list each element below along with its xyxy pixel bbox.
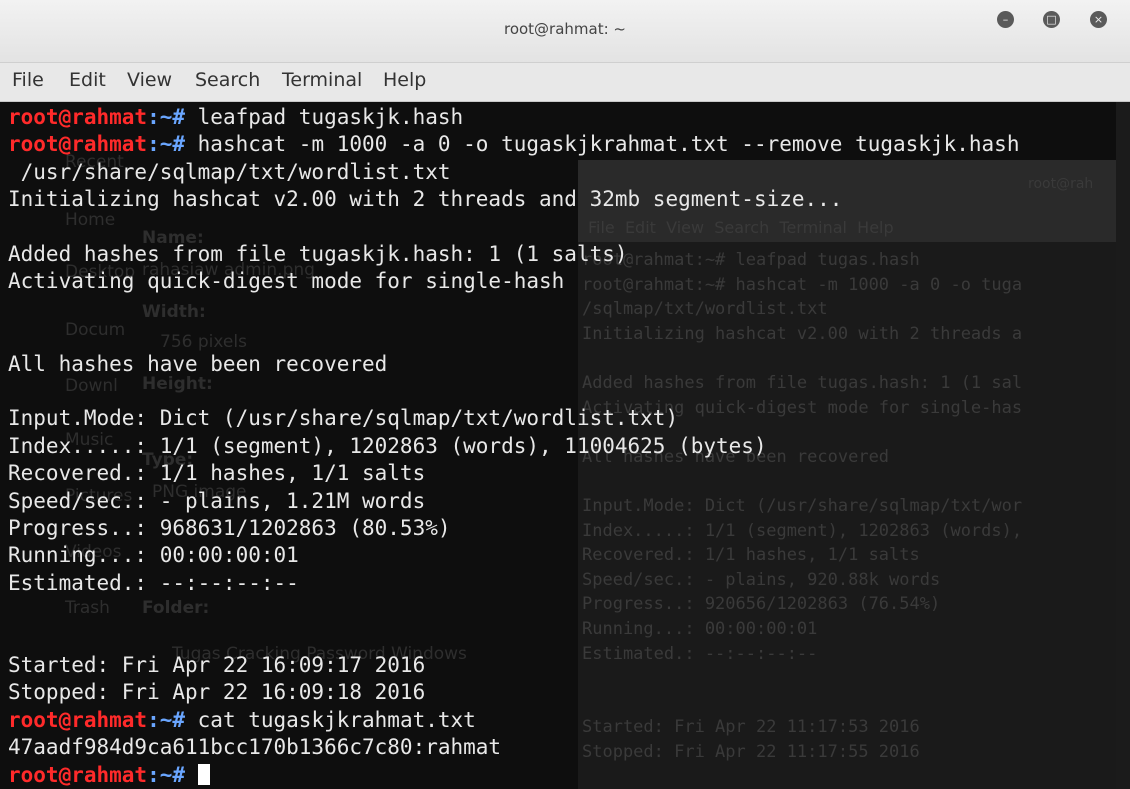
menu-terminal[interactable]: Terminal [282, 69, 362, 91]
ghost-sidebar-documents: Docum [65, 320, 126, 340]
prompt-line: root@rahmat:~# cat tugaskjkrahmat.txt [8, 707, 476, 734]
command-text: cat tugaskjkrahmat.txt [197, 707, 476, 732]
ghost-terminal-line: Initializing hashcat v2.00 with 2 thread… [582, 323, 1023, 344]
output-line: 47aadf984d9ca611bcc170b1366c7c80:rahmat [8, 735, 502, 760]
output-line: Added hashes from file tugaskjk.hash: 1 … [8, 242, 628, 266]
ghost-title: root@rah [1028, 176, 1094, 192]
ghost-terminal-line: Input.Mode: Dict (/usr/share/sqlmap/txt/… [582, 496, 1023, 516]
terminal-window: root@rahmat: ~ – □ × File Edit View Sear… [0, 0, 1130, 789]
prompt-user: root@rahmat [8, 105, 148, 129]
ghost-terminal-line: root@rahmat:~# leafpad tugas.hash [582, 250, 920, 270]
menu-edit[interactable]: Edit [69, 69, 106, 91]
prompt-line: root@rahmat:~# leafpad tugaskjk.hash [8, 104, 463, 131]
prompt-path: :~# [147, 762, 198, 787]
ghost-terminal-line: Running...: 00:00:00:01 [582, 619, 818, 639]
menu-search[interactable]: Search [195, 69, 260, 91]
command-text: hashcat -m 1000 -a 0 -o tugaskjkrahmat.t… [197, 132, 1020, 157]
command-text: leafpad tugaskjk.hash [197, 105, 464, 129]
ghost-terminal-line: root@rahmat:~# hashcat -m 1000 -a 0 -o t… [582, 274, 1023, 295]
prompt-user: root@rahmat [8, 132, 148, 157]
prompt-line: root@rahmat:~# hashcat -m 1000 -a 0 -o t… [8, 131, 1019, 158]
output-line: Stopped: Fri Apr 22 16:09:18 2016 [8, 680, 426, 705]
ghost-sidebar-trash: Trash [65, 598, 110, 618]
menu-file[interactable]: File [12, 69, 44, 91]
ghost-folder-label: Folder: [142, 598, 210, 618]
ghost-sidebar-downloads: Downl [65, 376, 118, 396]
ghost-menu: File Edit View Search Terminal Help [588, 218, 894, 237]
prompt-user: root@rahmat [8, 707, 148, 732]
output-line: Activating quick-digest mode for single-… [8, 269, 565, 294]
ghost-terminal-line: Stopped: Fri Apr 22 11:17:55 2016 [582, 742, 920, 762]
prompt-path: :~# [147, 105, 198, 129]
output-line: Started: Fri Apr 22 16:09:17 2016 [8, 653, 426, 677]
terminal-scrollbar[interactable] [1116, 102, 1130, 789]
output-line: All hashes have been recovered [8, 351, 388, 376]
output-line: Recovered.: 1/1 hashes, 1/1 salts [8, 461, 426, 486]
output-line: Estimated.: --:--:--:-- [8, 570, 299, 595]
prompt-line: root@rahmat:~# [8, 762, 210, 789]
window-title: root@rahmat: ~ [503, 20, 626, 38]
ghost-terminal-line: Started: Fri Apr 22 11:17:53 2016 [582, 717, 920, 738]
output-line: Index.....: 1/1 (segment), 1202863 (word… [8, 433, 767, 458]
terminal-view[interactable]: root@rah File Edit View Search Terminal … [0, 102, 1130, 789]
ghost-terminal-line: /sqlmap/txt/wordlist.txt [582, 299, 828, 320]
minimize-icon: – [1002, 13, 1009, 26]
ghost-width-label: Width: [142, 302, 206, 322]
prompt-path: :~# [147, 132, 198, 157]
close-icon: × [1093, 13, 1104, 26]
ghost-terminal-line: Progress..: 920656/1202863 (76.54%) [582, 594, 941, 615]
title-bar[interactable]: root@rahmat: ~ – □ × [0, 0, 1130, 63]
output-line: Speed/sec.: - plains, 1.21M words [8, 488, 426, 513]
maximize-button[interactable]: □ [1043, 11, 1060, 28]
prompt-path: :~# [147, 707, 198, 732]
output-line: Progress..: 968631/1202863 (80.53%) [8, 516, 451, 540]
maximize-icon: □ [1046, 13, 1057, 26]
text-cursor [197, 763, 210, 785]
ghost-terminal-line: Index.....: 1/1 (segment), 1202863 (word… [582, 520, 1023, 541]
ghost-terminal-line: Added hashes from file tugas.hash: 1 (1 … [582, 373, 1023, 393]
menu-bar: File Edit View Search Terminal Help [0, 63, 1130, 102]
ghost-terminal-line: Speed/sec.: - plains, 920.88k words [582, 569, 941, 590]
menu-help[interactable]: Help [383, 69, 426, 91]
close-button[interactable]: × [1090, 11, 1107, 28]
minimize-button[interactable]: – [997, 11, 1014, 28]
output-line: Running...: 00:00:00:01 [8, 543, 299, 568]
output-line: /usr/share/sqlmap/txt/wordlist.txt [8, 159, 451, 184]
ghost-terminal-line: Estimated.: --:--:--:-- [582, 643, 818, 664]
prompt-user: root@rahmat [8, 762, 148, 787]
ghost-terminal-line: Recovered.: 1/1 hashes, 1/1 salts [582, 545, 920, 566]
output-line: Input.Mode: Dict (/usr/share/sqlmap/txt/… [8, 406, 679, 431]
ghost-width-value: 756 pixels [160, 332, 247, 352]
menu-view[interactable]: View [127, 69, 172, 91]
output-line: Initializing hashcat v2.00 with 2 thread… [8, 187, 843, 212]
